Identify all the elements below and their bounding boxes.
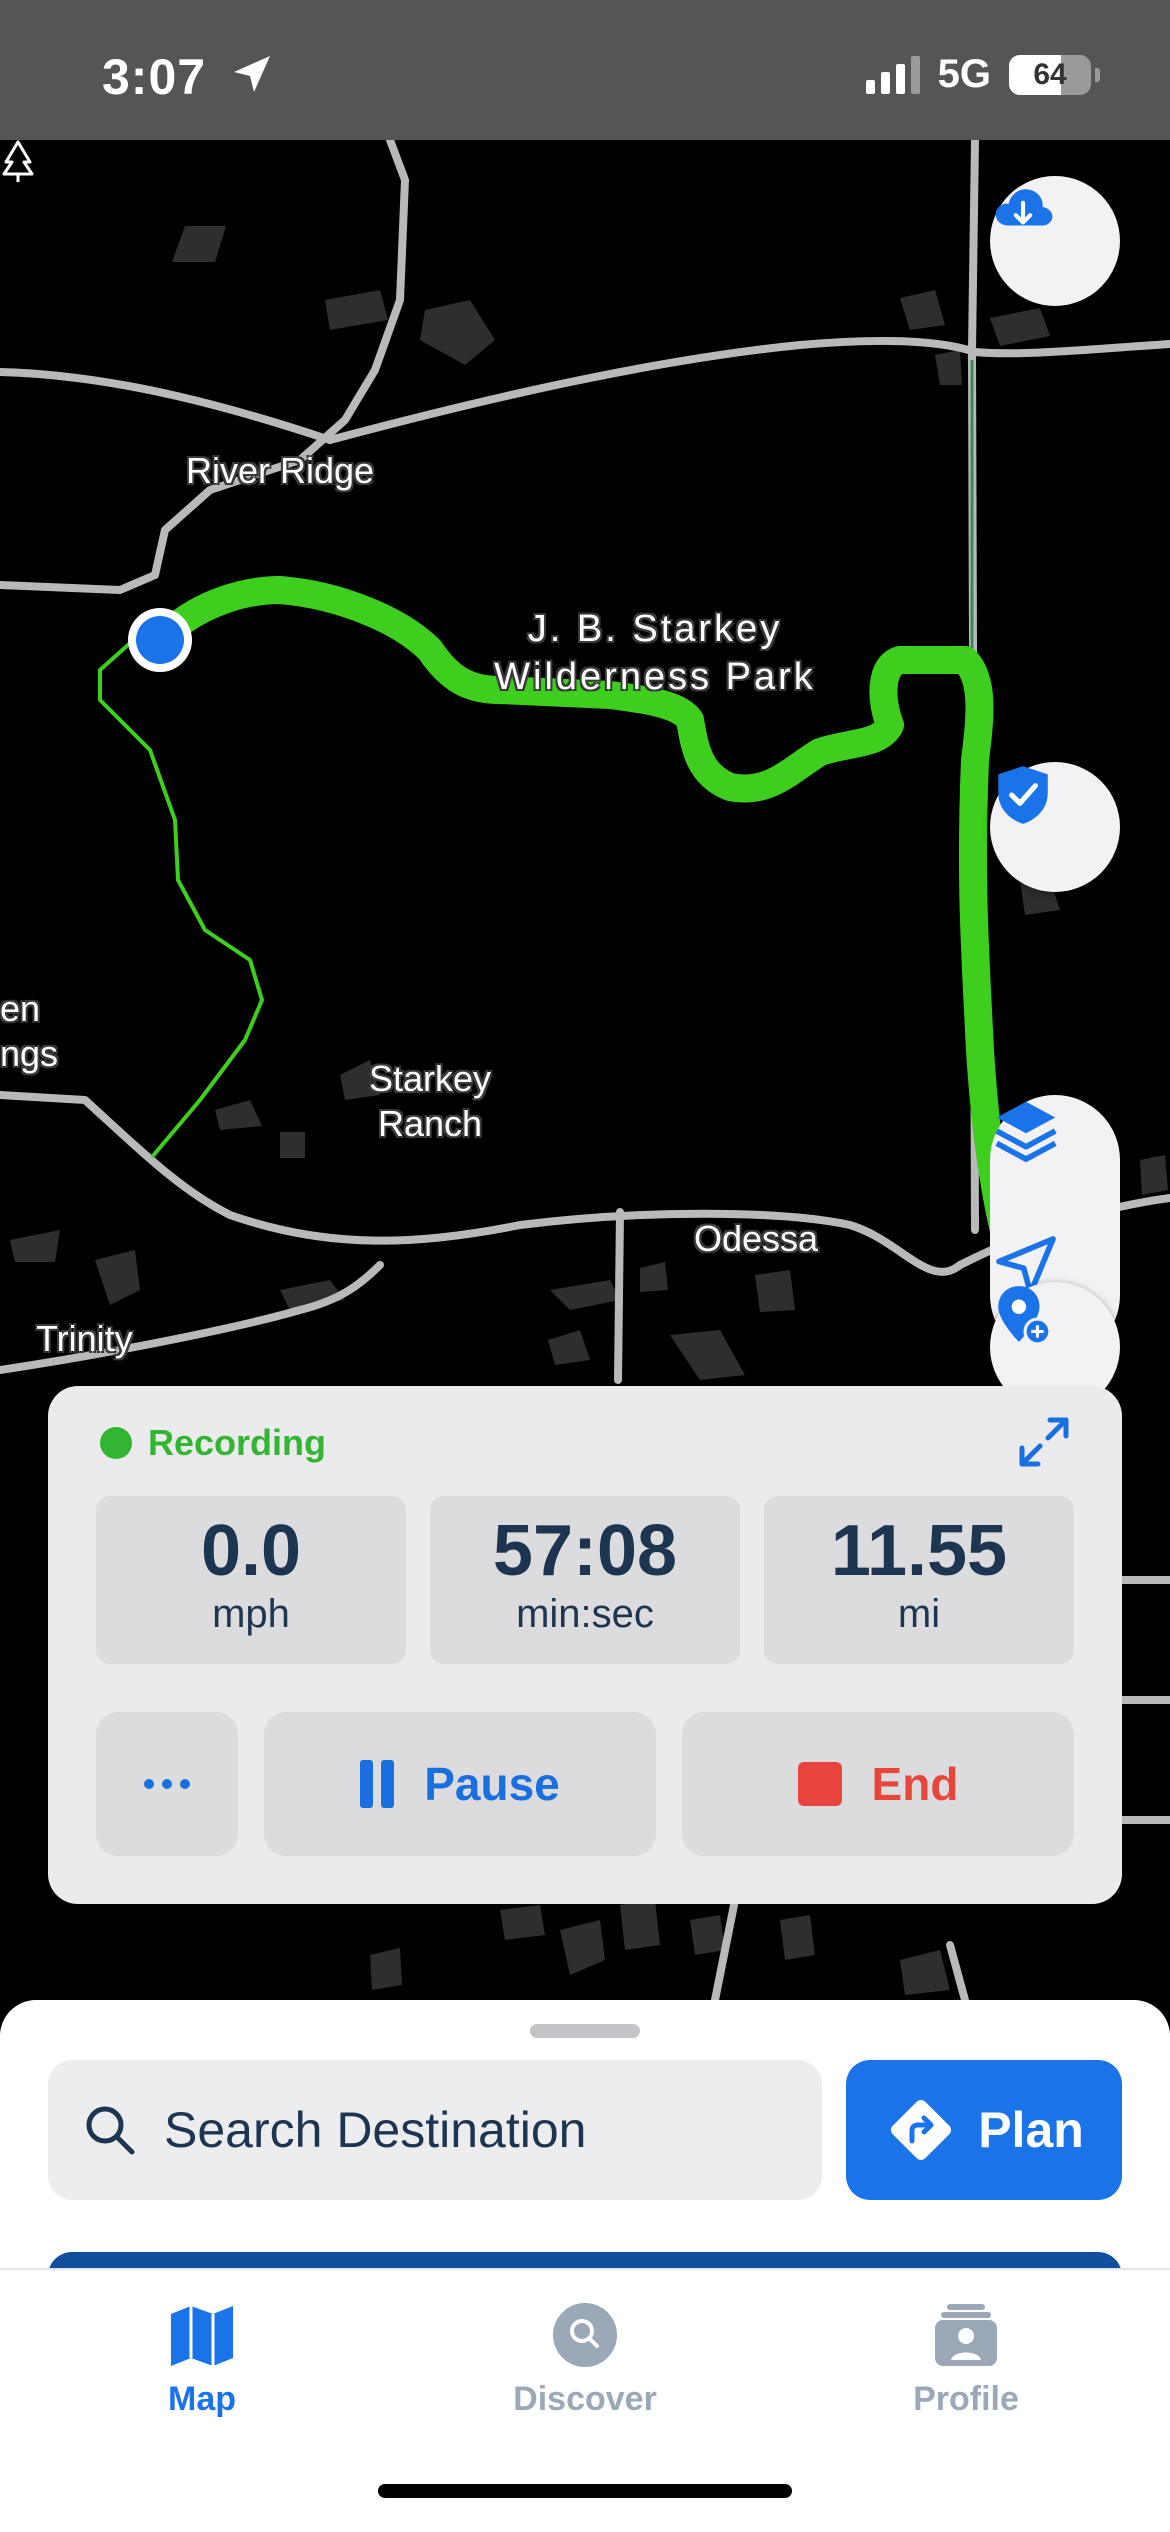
tab-map-label: Map bbox=[168, 2380, 236, 2418]
search-input[interactable]: Search Destination bbox=[48, 2060, 822, 2200]
park-tree-icon bbox=[2, 140, 34, 182]
pause-button[interactable]: Pause bbox=[264, 1712, 656, 1856]
plan-label: Plan bbox=[978, 2102, 1084, 2158]
route-diamond-icon bbox=[891, 2099, 952, 2161]
distance-stat: 11.55 mi bbox=[764, 1496, 1074, 1664]
end-label: End bbox=[871, 1758, 959, 1810]
speed-unit: mph bbox=[212, 1591, 290, 1636]
sheet-grabber[interactable] bbox=[530, 2024, 640, 2038]
layers-icon bbox=[995, 1101, 1057, 1162]
location-arrow-icon bbox=[234, 56, 270, 92]
shield-check-icon bbox=[998, 766, 1048, 824]
recording-panel: Recording 0.0 mph 57:08 min:sec 11.55 mi… bbox=[48, 1386, 1122, 1904]
profile-icon bbox=[935, 2304, 997, 2366]
map-label-park-line1: J. B. Starkey bbox=[527, 608, 783, 650]
download-map-button[interactable] bbox=[990, 176, 1120, 306]
network-type: 5G bbox=[937, 52, 991, 96]
map-label-starkey-line1: Starkey bbox=[368, 1058, 492, 1099]
map-label-edge-line1: en bbox=[0, 988, 41, 1029]
map-label-odessa: Odessa bbox=[694, 1218, 819, 1259]
current-location-dot bbox=[136, 616, 184, 664]
map-label-edge-line2: ngs bbox=[0, 1033, 59, 1074]
plan-button[interactable]: Plan bbox=[846, 2060, 1122, 2200]
status-indicators: 5G 64 bbox=[865, 52, 1100, 97]
speed-value: 0.0 bbox=[200, 1511, 302, 1591]
end-button[interactable]: End bbox=[682, 1712, 1074, 1856]
recording-dot-icon bbox=[100, 1427, 132, 1459]
pause-icon bbox=[360, 1760, 395, 1808]
recording-status: Recording bbox=[100, 1422, 326, 1464]
more-options-button[interactable] bbox=[96, 1712, 238, 1856]
cloud-download-icon bbox=[995, 189, 1053, 226]
layers-button[interactable] bbox=[990, 1095, 1120, 1225]
duration-value: 57:08 bbox=[492, 1511, 678, 1591]
search-icon bbox=[86, 2106, 135, 2155]
recording-label: Recording bbox=[148, 1422, 327, 1463]
pause-label: Pause bbox=[424, 1758, 560, 1810]
search-placeholder: Search Destination bbox=[164, 2102, 587, 2158]
map-label-park-line2: Wilderness Park bbox=[494, 655, 816, 698]
safety-button[interactable] bbox=[990, 762, 1120, 892]
trail-line bbox=[98, 625, 264, 1159]
map-label-starkey-ranch: Starkey Ranch bbox=[360, 1056, 500, 1146]
distance-unit: mi bbox=[897, 1591, 941, 1636]
add-location-pin-icon bbox=[998, 1286, 1052, 1346]
map-label-starkey-line2: Ranch bbox=[377, 1103, 483, 1144]
status-time: 3:07 bbox=[102, 49, 207, 105]
more-dots-icon bbox=[144, 1779, 190, 1789]
tab-discover-label: Discover bbox=[513, 2380, 657, 2418]
expand-icon[interactable] bbox=[1014, 1412, 1074, 1472]
map-label-edge: en ngs bbox=[0, 986, 58, 1076]
map-icon bbox=[171, 2306, 233, 2366]
tab-profile-label: Profile bbox=[913, 2380, 1019, 2418]
tab-map[interactable]: Map bbox=[82, 2300, 322, 2419]
speed-stat: 0.0 mph bbox=[96, 1496, 406, 1664]
stop-icon bbox=[797, 1762, 842, 1806]
distance-value: 11.55 bbox=[830, 1511, 1008, 1591]
duration-unit: min:sec bbox=[516, 1591, 654, 1636]
cellular-signal-icon bbox=[865, 55, 920, 94]
map-label-trinity: Trinity bbox=[36, 1318, 133, 1359]
map-label-park: J. B. Starkey Wilderness Park bbox=[460, 606, 850, 701]
home-indicator bbox=[378, 2484, 792, 2498]
battery-level: 64 bbox=[1033, 57, 1067, 91]
tab-discover[interactable]: Discover bbox=[465, 2300, 705, 2419]
map-label-river-ridge: River Ridge bbox=[186, 450, 375, 491]
duration-stat: 57:08 min:sec bbox=[430, 1496, 740, 1664]
status-bar: 3:07 5G 64 bbox=[0, 0, 1170, 140]
discover-search-icon bbox=[553, 2303, 617, 2367]
battery-icon: 64 bbox=[1009, 54, 1091, 95]
tab-profile[interactable]: Profile bbox=[846, 2300, 1086, 2419]
